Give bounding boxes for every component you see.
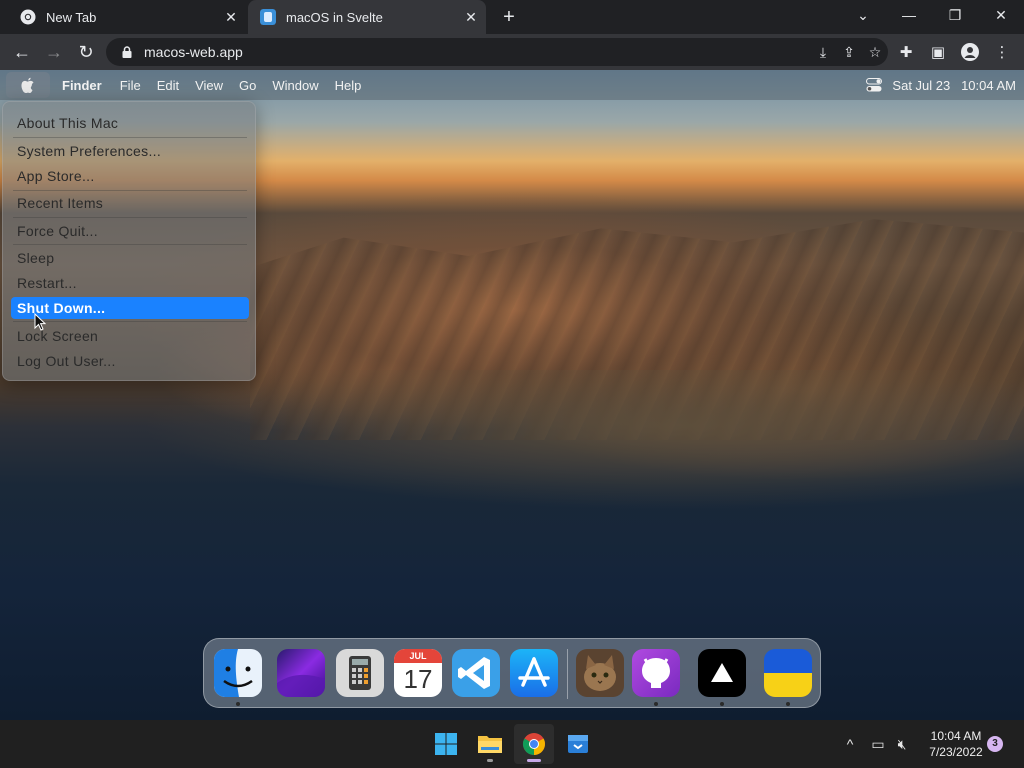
vscode-icon[interactable] [452, 649, 500, 697]
address-bar[interactable]: macos-web.app ⤓ ⇪ ☆ [106, 38, 888, 66]
side-panel-icon[interactable]: ▣ [924, 38, 952, 66]
tab-title: macOS in Svelte [286, 9, 383, 25]
running-indicator [786, 702, 790, 706]
app-store-icon[interactable] [510, 649, 558, 697]
wallpaper-coast [140, 370, 1024, 510]
browser-tab-strip: New Tab ✕ macOS in Svelte ✕ + ⌄ — ❐ ✕ [0, 0, 1024, 34]
github-icon[interactable] [632, 649, 680, 697]
close-tab-icon[interactable]: ✕ [460, 6, 482, 28]
menu-item-log-out[interactable]: Log Out User... [11, 350, 249, 372]
calendar-day: 17 [403, 664, 433, 694]
menu-separator [13, 244, 247, 245]
more-menu-icon[interactable]: ⋮ [988, 38, 1016, 66]
apple-logo-icon[interactable] [6, 72, 50, 98]
menu-separator [13, 321, 247, 322]
active-indicator [527, 759, 541, 762]
menu-app-name[interactable]: Finder [50, 78, 112, 93]
chevron-up-icon[interactable]: ^ [840, 734, 860, 754]
file-explorer-icon[interactable] [470, 724, 510, 764]
menu-item-force-quit[interactable]: Force Quit... [11, 220, 249, 242]
chrome-icon [20, 9, 36, 25]
menu-separator [13, 217, 247, 218]
extensions-icon[interactable]: ✚ [892, 38, 920, 66]
chevron-down-icon[interactable]: ⌄ [840, 0, 886, 30]
calendar-month: JUL [394, 649, 442, 663]
minimize-icon[interactable]: — [886, 0, 932, 30]
tab-title: New Tab [46, 9, 97, 25]
menu-item-shut-down[interactable]: Shut Down... [11, 297, 249, 319]
share-icon[interactable]: ⇪ [836, 39, 862, 65]
finder-icon[interactable] [214, 649, 262, 697]
running-indicator [236, 702, 240, 706]
calendar-icon[interactable]: JUL 17 [394, 649, 442, 697]
install-icon[interactable]: ⤓ [810, 39, 836, 65]
running-indicator [487, 759, 493, 762]
dock-separator [567, 649, 568, 699]
taskbar-clock[interactable]: 10:04 AM 7/23/2022 [918, 728, 994, 760]
menu-item-about[interactable]: About This Mac [11, 112, 249, 134]
close-tab-icon[interactable]: ✕ [220, 6, 242, 28]
url-text: macos-web.app [144, 44, 243, 60]
running-indicator [654, 702, 658, 706]
menu-item-system-preferences[interactable]: System Preferences... [11, 140, 249, 162]
star-icon[interactable]: ☆ [862, 39, 888, 65]
menu-item-sleep[interactable]: Sleep [11, 247, 249, 269]
lock-icon [122, 46, 132, 58]
running-indicator [720, 702, 724, 706]
control-center-icon[interactable] [866, 78, 883, 92]
vercel-icon[interactable] [698, 649, 746, 697]
plus-icon[interactable]: + [496, 6, 522, 28]
cat-photo-icon[interactable] [576, 649, 624, 697]
restore-icon[interactable]: ❐ [932, 0, 978, 30]
menu-view[interactable]: View [187, 78, 231, 93]
browser-toolbar: ← → ↻ macos-web.app ⤓ ⇪ ☆ ✚ ▣ ⋮ [0, 34, 1024, 70]
dock: JUL 17 [203, 638, 821, 708]
menu-separator [13, 190, 247, 191]
macos-menu-bar: Finder File Edit View Go Window Help Sat… [0, 70, 1024, 100]
menu-item-lock-screen[interactable]: Lock Screen [11, 325, 249, 347]
back-arrow-icon[interactable]: ← [8, 38, 36, 66]
tab-new-tab[interactable]: New Tab ✕ [8, 0, 246, 34]
profile-icon[interactable] [956, 38, 984, 66]
taskbar-time: 10:04 AM [930, 729, 982, 743]
notification-badge[interactable]: 3 [987, 736, 1003, 752]
windows-start-icon[interactable] [426, 724, 466, 764]
windows-taskbar: ^ ▭ 🔇︎ 10:04 AM 7/23/2022 3 [0, 720, 1024, 768]
menu-edit[interactable]: Edit [149, 78, 187, 93]
menu-separator [13, 137, 247, 138]
calculator-icon[interactable] [336, 649, 384, 697]
menu-go[interactable]: Go [231, 78, 264, 93]
mouse-cursor-icon [34, 313, 46, 331]
tab-macos-in-svelte[interactable]: macOS in Svelte ✕ [248, 0, 486, 34]
menu-window[interactable]: Window [264, 78, 326, 93]
menu-file[interactable]: File [112, 78, 149, 93]
reload-icon[interactable]: ↻ [72, 38, 100, 66]
close-icon[interactable]: ✕ [978, 0, 1024, 30]
package-icon[interactable] [558, 724, 598, 764]
wallpapers-icon[interactable] [277, 649, 325, 697]
menubar-datetime[interactable]: Sat Jul 23 10:04 AM [892, 78, 1016, 93]
network-icon[interactable]: ▭ [868, 734, 888, 754]
speaker-muted-icon[interactable]: 🔇︎ [892, 734, 912, 754]
desktop-wallpaper: Finder File Edit View Go Window Help Sat… [0, 70, 1024, 720]
apple-menu-dropdown: About This Mac System Preferences... App… [2, 101, 256, 381]
ukraine-flag-icon[interactable] [764, 649, 812, 697]
chrome-icon[interactable] [514, 724, 554, 764]
taskbar-date: 7/23/2022 [929, 745, 983, 759]
svelte-favicon-icon [260, 9, 276, 25]
menu-item-app-store[interactable]: App Store... [11, 165, 249, 187]
menu-item-restart[interactable]: Restart... [11, 272, 249, 294]
menu-help[interactable]: Help [327, 78, 370, 93]
menu-item-recent-items[interactable]: Recent Items [11, 192, 249, 214]
forward-arrow-icon[interactable]: → [40, 38, 68, 66]
